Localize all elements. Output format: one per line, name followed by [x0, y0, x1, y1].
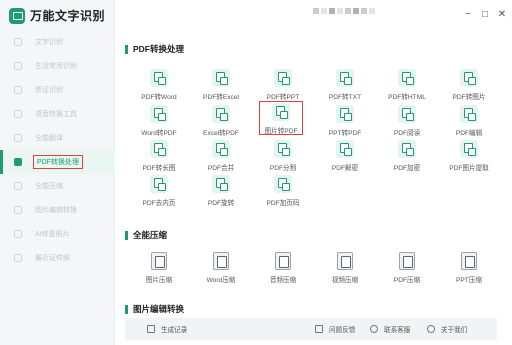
tool-pdf-decrypt[interactable]: PDF解密	[315, 138, 375, 176]
sidebar-item-pdf[interactable]: PDF转换处理	[0, 150, 115, 174]
footer-bar: 生成记录 问题反馈 联系客服 关于我们	[125, 318, 497, 340]
support-icon	[370, 325, 378, 333]
pdf-encrypt-icon	[398, 140, 416, 158]
tool-video-compress[interactable]: 视频压缩	[315, 250, 375, 288]
pdf-split-icon	[274, 140, 292, 158]
voice-icon	[14, 110, 22, 118]
feedback-button[interactable]: 问题反馈	[315, 324, 355, 334]
image-to-pdf-icon	[272, 103, 290, 121]
compress-icon	[14, 182, 22, 190]
pdf-merge-icon	[212, 140, 230, 158]
section-title-image-edit: 图片编辑转换	[125, 303, 184, 315]
sidebar-item-text-ocr[interactable]: 文字识别	[0, 30, 115, 54]
tool-pdf-split[interactable]: PDF分割	[253, 138, 313, 176]
contact-support-button[interactable]: 联系客服	[370, 324, 410, 334]
ppt-to-pdf-icon	[336, 105, 354, 123]
sidebar-item-translate[interactable]: 全能翻译	[0, 126, 115, 150]
tool-image-compress[interactable]: 图片压缩	[129, 250, 189, 288]
tool-pdf-edit[interactable]: PDF编辑	[439, 103, 499, 141]
tool-pdf-compress[interactable]: PDF压缩	[377, 250, 437, 288]
tool-pdf-to-html[interactable]: PDF转HTML	[377, 67, 437, 105]
sidebar-item-voice-tools[interactable]: 语音转换工具	[0, 102, 115, 126]
pdf-decrypt-icon	[336, 140, 354, 158]
tool-image-to-pdf[interactable]: 图片转PDF	[259, 101, 303, 135]
section-title-pdf: PDF转换处理	[125, 43, 184, 55]
maximize-button[interactable]: □	[479, 9, 491, 21]
text-ocr-icon	[14, 38, 22, 46]
tool-ppt-compress[interactable]: PPT压缩	[439, 250, 499, 288]
sidebar-item-image-edit[interactable]: 图片编辑转换	[0, 198, 115, 222]
tool-pdf-rotate[interactable]: PDF旋转	[191, 173, 251, 211]
tool-pdf-image-extract[interactable]: PDF图片提取	[439, 138, 499, 176]
tool-pdf-to-image[interactable]: PDF转图片	[439, 67, 499, 105]
tool-pdf-to-txt[interactable]: PDF转TXT	[315, 67, 375, 105]
sidebar-nav: 文字识别 生活常用识别 票证识别 语音转换工具 全能翻译 PDF转换处理 全能压…	[0, 30, 115, 270]
close-button[interactable]: ✕	[496, 9, 508, 21]
pdf-icon	[14, 158, 22, 166]
tool-ppt-to-pdf[interactable]: PPT转PDF	[315, 103, 375, 141]
tool-pdf-to-word[interactable]: PDF转Word	[129, 67, 189, 105]
pdf-to-excel-icon	[212, 69, 230, 87]
sidebar-item-id-photo[interactable]: 最近证件照	[0, 246, 115, 270]
about-button[interactable]: 关于我们	[427, 324, 467, 334]
audio-compress-icon	[275, 252, 291, 270]
app-logo-icon	[9, 7, 25, 24]
minimize-button[interactable]: −	[462, 9, 474, 21]
tool-word-compress[interactable]: Word压缩	[191, 250, 251, 288]
tool-excel-to-pdf[interactable]: Excel转PDF	[191, 103, 251, 141]
app-title: 万能文字识别	[30, 9, 106, 23]
info-icon	[427, 325, 435, 333]
pdf-long-image-icon	[150, 140, 168, 158]
title-bar: − □ ✕	[115, 0, 512, 32]
pdf-to-ppt-icon	[274, 69, 292, 87]
pdf-to-html-icon	[398, 69, 416, 87]
translate-icon	[14, 134, 22, 142]
tool-pdf-to-excel[interactable]: PDF转Excel	[191, 67, 251, 105]
image-edit-icon	[14, 206, 22, 214]
ai-photo-icon	[14, 230, 22, 238]
feedback-icon	[315, 325, 323, 333]
life-ocr-icon	[14, 62, 22, 70]
obscured-account-id	[313, 8, 375, 14]
pdf-compress-icon	[399, 252, 415, 270]
tool-pdf-merge[interactable]: PDF合并	[191, 138, 251, 176]
pdf-rotate-icon	[212, 175, 230, 193]
pdf-to-word-icon	[150, 69, 168, 87]
pdf-to-txt-icon	[336, 69, 354, 87]
sidebar-item-compress[interactable]: 全能压缩	[0, 174, 115, 198]
tool-pdf-to-ppt[interactable]: PDF转PPT	[253, 67, 313, 105]
id-photo-icon	[14, 254, 22, 262]
pdf-reader-icon	[398, 105, 416, 123]
image-compress-icon	[151, 252, 167, 270]
excel-to-pdf-icon	[212, 105, 230, 123]
section-accent-bar	[125, 230, 128, 240]
tool-pdf-reader[interactable]: PDF阅读	[377, 103, 437, 141]
word-to-pdf-icon	[150, 105, 168, 123]
word-compress-icon	[213, 252, 229, 270]
tool-pdf-encrypt[interactable]: PDF加密	[377, 138, 437, 176]
tool-pdf-remove-pages[interactable]: PDF去内页	[129, 173, 189, 211]
section-accent-bar	[125, 44, 128, 54]
tool-word-to-pdf[interactable]: Word转PDF	[129, 103, 189, 141]
pdf-edit-icon	[460, 105, 478, 123]
history-icon	[147, 325, 155, 333]
pdf-page-numbers-icon	[274, 175, 292, 193]
history-button[interactable]: 生成记录	[147, 324, 187, 334]
app-logo: 万能文字识别	[9, 7, 105, 24]
pdf-remove-pages-icon	[150, 175, 168, 193]
section-title-compress: 全能压缩	[125, 229, 167, 241]
sidebar-item-ai-photo[interactable]: AI修复照片	[0, 222, 115, 246]
sidebar: 万能文字识别 文字识别 生活常用识别 票证识别 语音转换工具 全能翻译 PDF转…	[0, 0, 115, 345]
sidebar-item-life-ocr[interactable]: 生活常用识别	[0, 54, 115, 78]
pdf-image-extract-icon	[460, 140, 478, 158]
tool-pdf-add-page-numbers[interactable]: PDF加页码	[253, 173, 313, 211]
tool-pdf-to-long-image[interactable]: PDF转长图	[129, 138, 189, 176]
video-compress-icon	[337, 252, 353, 270]
pdf-to-image-icon	[460, 69, 478, 87]
section-accent-bar	[125, 304, 128, 314]
sidebar-item-ticket-ocr[interactable]: 票证识别	[0, 78, 115, 102]
tool-audio-compress[interactable]: 音频压缩	[253, 250, 313, 288]
ticket-icon	[14, 86, 22, 94]
ppt-compress-icon	[461, 252, 477, 270]
